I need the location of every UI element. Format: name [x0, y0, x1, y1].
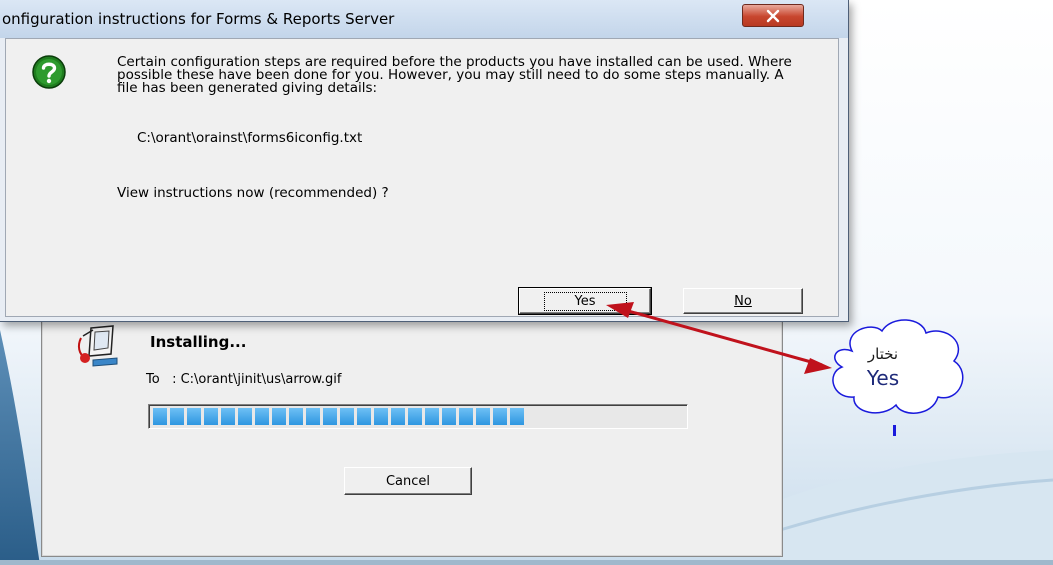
yes-button-label: Yes [543, 291, 627, 311]
progress-segment [425, 408, 439, 425]
view-instructions-question: View instructions now (recommended) ? [117, 185, 389, 201]
progress-segment [442, 408, 456, 425]
close-button[interactable] [742, 4, 804, 27]
progress-segment [340, 408, 354, 425]
dialog-titlebar[interactable]: onfiguration instructions for Forms & Re… [0, 0, 848, 38]
yes-button[interactable]: Yes [518, 287, 652, 315]
progress-segment [306, 408, 320, 425]
question-icon [32, 55, 66, 89]
progress-segment [272, 408, 286, 425]
installing-title: Installing... [150, 333, 247, 351]
no-button[interactable]: No [683, 288, 803, 314]
progress-segment [204, 408, 218, 425]
progress-segment [510, 408, 524, 425]
progress-fill [153, 408, 524, 425]
config-dialog: onfiguration instructions for Forms & Re… [0, 0, 849, 322]
progress-segment [289, 408, 303, 425]
progress-segment [170, 408, 184, 425]
no-button-label: No [734, 293, 752, 309]
progress-segment [153, 408, 167, 425]
progress-segment [374, 408, 388, 425]
annotation-arabic-text: نختار [867, 345, 899, 363]
dialog-title: onfiguration instructions for Forms & Re… [2, 10, 395, 28]
installing-window: Installing... To : C:\orant\jinit\us\arr… [41, 318, 783, 557]
progress-segment [459, 408, 473, 425]
progress-segment [391, 408, 405, 425]
config-file-path: C:\orant\orainst\forms6iconfig.txt [137, 130, 363, 146]
cloud-tail [893, 425, 896, 436]
dialog-message: Certain configuration steps are required… [117, 54, 792, 96]
cancel-button[interactable]: Cancel [344, 467, 472, 495]
dialog-body: Certain configuration steps are required… [5, 38, 839, 317]
progress-segment [187, 408, 201, 425]
installer-icon [73, 324, 123, 368]
install-progress-bar [148, 404, 688, 429]
progress-segment [408, 408, 422, 425]
progress-segment [493, 408, 507, 425]
close-icon [766, 9, 780, 22]
progress-segment [221, 408, 235, 425]
current-file-label: To : C:\orant\jinit\us\arrow.gif [146, 372, 342, 387]
progress-segment [357, 408, 371, 425]
progress-segment [476, 408, 490, 425]
progress-segment [255, 408, 269, 425]
progress-segment [238, 408, 252, 425]
progress-segment [323, 408, 337, 425]
annotation-yes-text: Yes [866, 366, 900, 390]
